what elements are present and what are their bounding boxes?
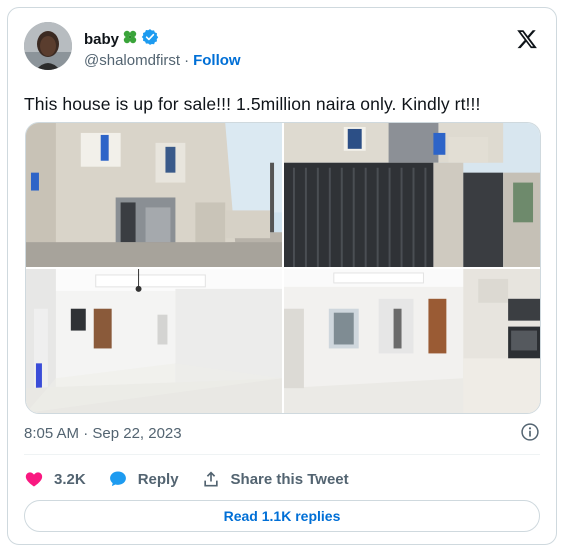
x-logo-icon[interactable]: [516, 28, 538, 50]
exterior-front-photo[interactable]: [26, 123, 282, 267]
divider: [24, 454, 540, 455]
like-button[interactable]: 3.2K: [24, 469, 86, 489]
read-replies-button[interactable]: Read 1.1K replies: [24, 500, 540, 532]
interior-living-room-photo[interactable]: [26, 269, 282, 413]
follow-button[interactable]: Follow: [193, 52, 241, 69]
exterior-gate-photo[interactable]: [284, 123, 540, 267]
tweet-header: baby @shalomdfirst · Follow: [24, 22, 540, 72]
avatar[interactable]: [24, 22, 72, 70]
share-button[interactable]: Share this Tweet: [201, 469, 349, 489]
author-display-name[interactable]: baby: [84, 31, 119, 48]
tweet-timestamp[interactable]: 8:05 AM · Sep 22, 2023: [24, 425, 182, 442]
separator-dot: ·: [184, 52, 190, 69]
info-icon[interactable]: [520, 422, 540, 442]
tweet-text: This house is up for sale!!! 1.5million …: [24, 94, 481, 114]
speech-bubble-icon: [108, 469, 128, 489]
reply-label: Reply: [137, 470, 179, 488]
media-grid: [25, 122, 541, 414]
four-leaf-clover-icon: [122, 29, 138, 50]
tweet-embed-card: baby @shalomdfirst · Follow This house i…: [7, 7, 557, 545]
verified-badge-icon: [141, 28, 159, 51]
author-handle-line: @shalomdfirst · Follow: [84, 52, 241, 69]
tweet-actions: 3.2K Reply Share this Tweet: [24, 462, 349, 496]
heart-icon: [24, 469, 44, 489]
author-handle[interactable]: @shalomdfirst: [84, 52, 180, 69]
share-label: Share this Tweet: [230, 470, 349, 488]
interior-kitchen-photo[interactable]: [284, 269, 540, 413]
reply-button[interactable]: Reply: [108, 469, 179, 489]
like-count: 3.2K: [54, 470, 86, 488]
author-name-line[interactable]: baby: [84, 28, 159, 51]
share-icon: [201, 469, 221, 489]
